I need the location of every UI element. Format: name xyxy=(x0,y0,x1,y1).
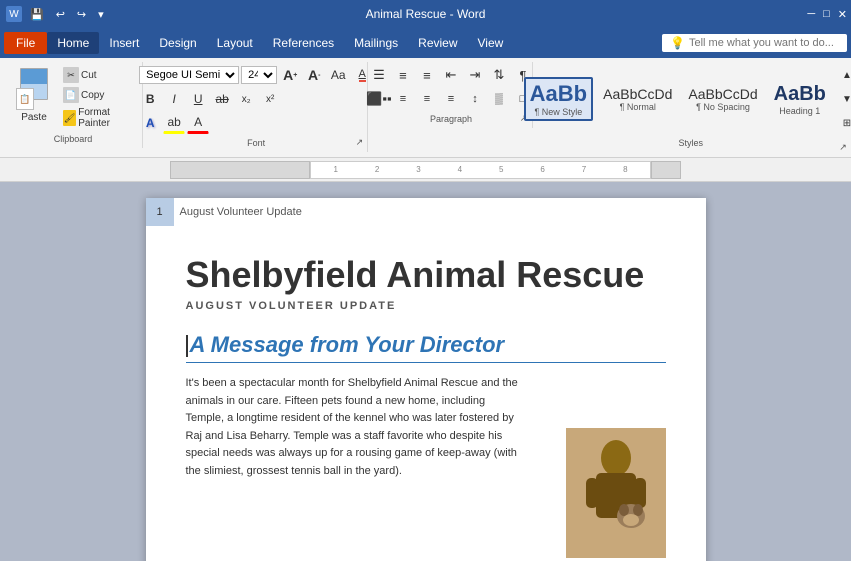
align-center-button[interactable]: ≡ xyxy=(392,88,414,110)
paragraph-label: Paragraph xyxy=(376,114,525,124)
clipboard-label: Clipboard xyxy=(10,134,136,144)
increase-indent-button[interactable]: ⇥ xyxy=(464,64,486,86)
styles-label: Styles xyxy=(541,138,841,148)
numbering-button[interactable]: ≡ xyxy=(392,64,414,86)
menu-file[interactable]: File xyxy=(4,32,47,54)
menu-review[interactable]: Review xyxy=(408,32,467,54)
menu-home[interactable]: Home xyxy=(47,32,99,54)
bullets-button[interactable]: ☰ xyxy=(368,64,390,86)
bold-button[interactable]: B xyxy=(139,88,161,110)
save-button[interactable]: 💾 xyxy=(26,8,48,21)
font-expand-icon[interactable]: ↗ xyxy=(353,136,365,148)
word-icon: W xyxy=(6,6,22,22)
document-heading: A Message from Your Director xyxy=(186,332,666,363)
format-painter-button[interactable]: 🖌 Format Painter xyxy=(60,106,136,130)
styles-scroll-up[interactable]: ▲ xyxy=(836,64,851,86)
line-spacing-button[interactable]: ↕ xyxy=(464,88,486,110)
sort-button[interactable]: ⇅ xyxy=(488,64,510,86)
menu-layout[interactable]: Layout xyxy=(207,32,263,54)
document-title: Shelbyfield Animal Rescue xyxy=(186,254,666,296)
redo-button[interactable]: ↪ xyxy=(73,8,90,21)
photo-image xyxy=(566,428,666,558)
font-label: Font xyxy=(151,138,361,148)
text-highlight-button[interactable]: ab xyxy=(163,112,185,134)
font-color-button[interactable]: A xyxy=(187,112,209,134)
tell-me-input[interactable] xyxy=(689,37,839,49)
styles-scroll-down[interactable]: ▼ xyxy=(836,88,851,110)
minimize-button[interactable]: ─ xyxy=(803,8,819,21)
customize-button[interactable]: ▾ xyxy=(94,8,108,21)
styles-more[interactable]: ⊞ xyxy=(836,112,851,134)
nav-label: August Volunteer Update xyxy=(180,206,302,218)
cut-button[interactable]: ✂ Cut xyxy=(60,66,136,84)
shading-button[interactable]: ▒ xyxy=(488,88,510,110)
align-left-button[interactable]: ⬛▪▪ xyxy=(368,88,390,110)
align-right-button[interactable]: ≡ xyxy=(416,88,438,110)
menu-design[interactable]: Design xyxy=(149,32,206,54)
menu-insert[interactable]: Insert xyxy=(99,32,149,54)
decrease-indent-button[interactable]: ⇤ xyxy=(440,64,462,86)
undo-button[interactable]: ↩ xyxy=(52,8,69,21)
ruler: 1 2 3 4 5 6 7 8 xyxy=(310,161,651,179)
change-case-button[interactable]: Aa xyxy=(327,64,349,86)
font-size-select[interactable]: 24 xyxy=(241,66,277,84)
justify-button[interactable]: ≡ xyxy=(440,88,462,110)
font-name-select[interactable]: Segoe UI Semi xyxy=(139,66,239,84)
page-number: 1 xyxy=(146,198,174,226)
menu-mailings[interactable]: Mailings xyxy=(344,32,408,54)
multilevel-button[interactable]: ≡ xyxy=(416,64,438,86)
maximize-button[interactable]: □ xyxy=(819,8,834,21)
menu-references[interactable]: References xyxy=(263,32,344,54)
strikethrough-button[interactable]: ab xyxy=(211,88,233,110)
superscript-button[interactable]: x² xyxy=(259,88,281,110)
close-button[interactable]: ✕ xyxy=(834,8,851,21)
text-effects-button[interactable]: A xyxy=(139,112,161,134)
style-heading-1[interactable]: AaBb Heading 1 xyxy=(768,78,832,120)
subscript-button[interactable]: x₂ xyxy=(235,88,257,110)
document-subtitle: August Volunteer Update xyxy=(186,300,666,312)
menu-view[interactable]: View xyxy=(468,32,514,54)
lightbulb-icon: 💡 xyxy=(670,36,685,50)
style-new-style[interactable]: AaBb ¶ New Style xyxy=(524,77,593,121)
italic-button[interactable]: I xyxy=(163,88,185,110)
style-normal[interactable]: AaBbCcDd ¶ Normal xyxy=(597,82,678,117)
font-shrink-button[interactable]: A- xyxy=(303,64,325,86)
paste-button[interactable]: 📋 Paste xyxy=(10,64,58,127)
font-grow-button[interactable]: A+ xyxy=(279,64,301,86)
copy-button[interactable]: 📄 Copy xyxy=(60,86,136,104)
window-title: Animal Rescue - Word xyxy=(366,7,486,21)
underline-button[interactable]: U xyxy=(187,88,209,110)
document-body: It's been a spectacular month for Shelby… xyxy=(186,375,526,481)
style-no-spacing[interactable]: AaBbCcDd ¶ No Spacing xyxy=(682,82,763,117)
